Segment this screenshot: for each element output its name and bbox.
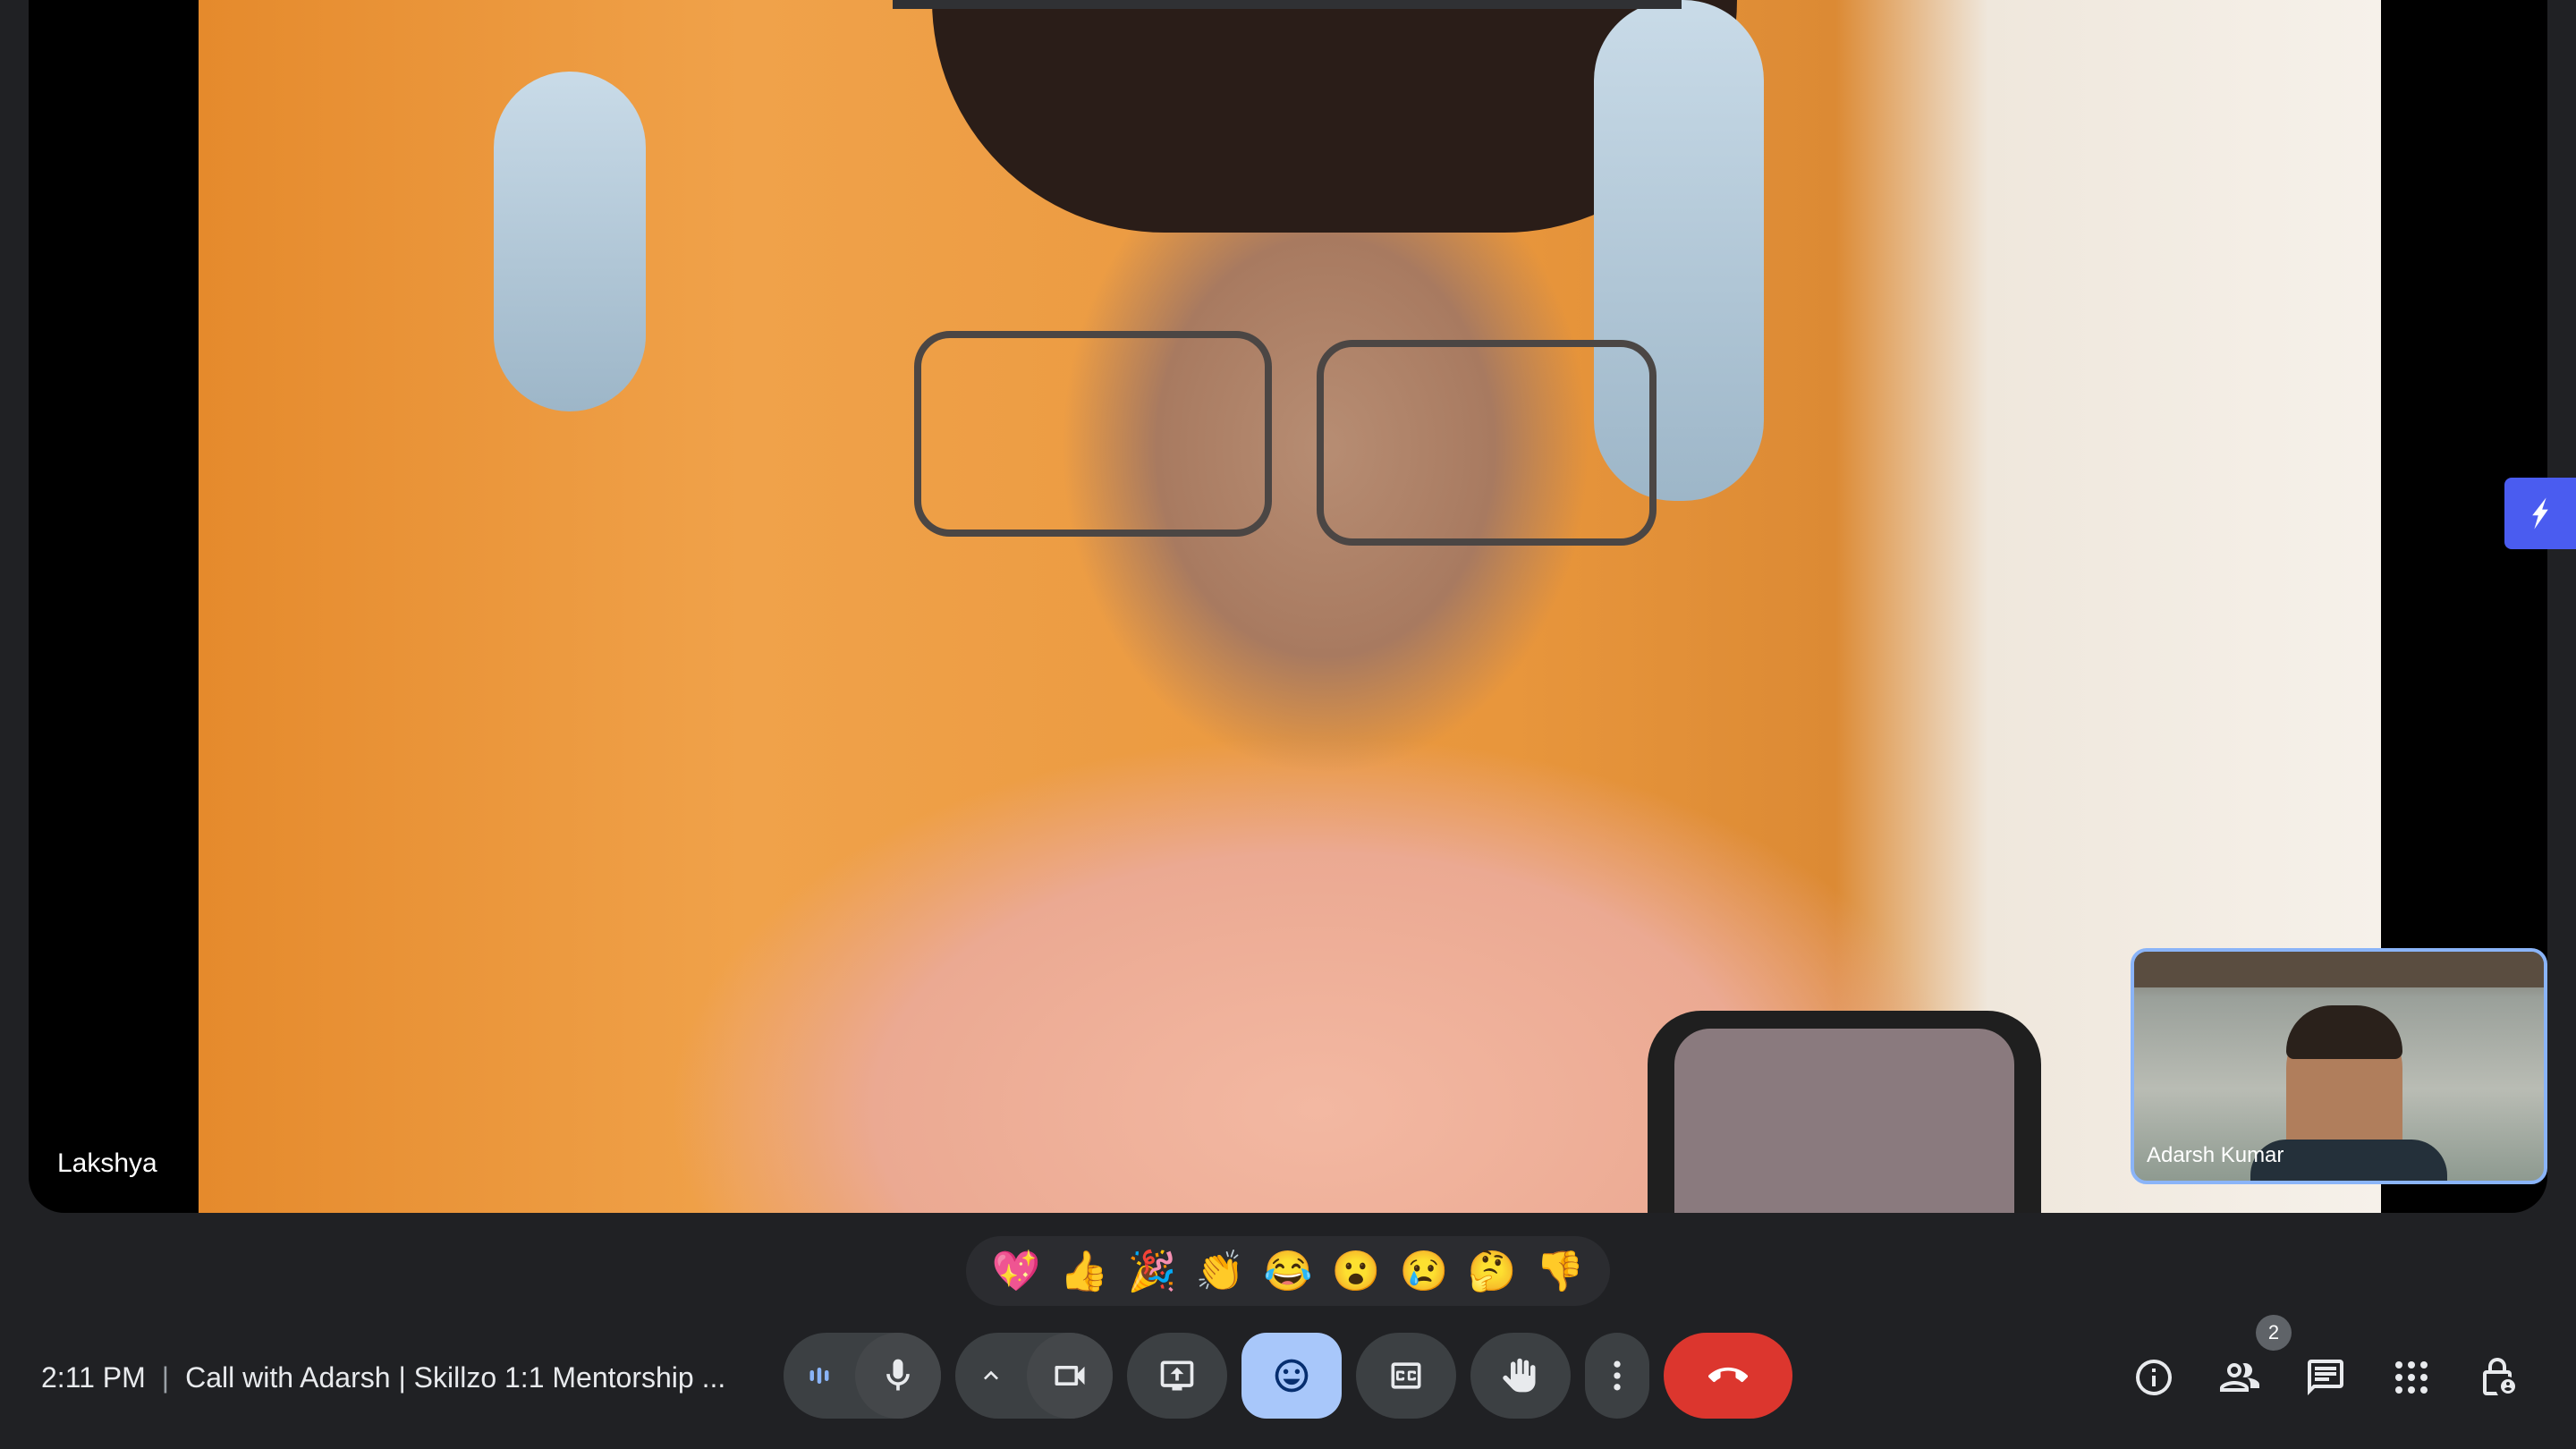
microphone-icon — [886, 1359, 910, 1391]
meeting-time: 2:11 PM — [41, 1361, 146, 1394]
end-call-icon — [1708, 1367, 1748, 1383]
more-options-icon — [1614, 1360, 1621, 1391]
self-view-name: Adarsh Kumar — [2147, 1143, 2284, 1167]
meeting-details-button[interactable] — [2129, 1352, 2179, 1402]
info-icon — [2136, 1360, 2172, 1395]
reaction-laughing[interactable]: 😂 — [1256, 1248, 1320, 1294]
video-stage: Lakshya Adarsh Kumar — [29, 0, 2547, 1213]
people-count-badge: 2 — [2256, 1315, 2292, 1351]
reaction-crying[interactable]: 😢 — [1392, 1248, 1456, 1294]
people-icon — [2220, 1363, 2259, 1392]
present-screen-icon — [1160, 1360, 1194, 1391]
audio-level-icon — [809, 1368, 829, 1384]
closed-captions-icon — [1391, 1362, 1421, 1389]
reaction-surprised[interactable]: 😮 — [1324, 1248, 1388, 1294]
reaction-thumbs-down[interactable]: 👎 — [1528, 1248, 1592, 1294]
chevron-up-icon — [984, 1370, 998, 1380]
main-participant-name: Lakshya — [57, 1148, 157, 1178]
activities-grid-icon — [2395, 1361, 2428, 1394]
side-extension-widget[interactable] — [2504, 478, 2576, 549]
mic-control-group — [784, 1333, 941, 1419]
reaction-sparkling-heart[interactable]: 💖 — [984, 1248, 1048, 1294]
reaction-party-popper[interactable]: 🎉 — [1120, 1248, 1184, 1294]
self-view-tile[interactable]: Adarsh Kumar — [2131, 948, 2547, 1184]
leave-call-button[interactable] — [1664, 1333, 1792, 1419]
host-controls-lock-icon — [2483, 1358, 2515, 1395]
audio-level-button[interactable] — [784, 1333, 855, 1419]
activities-button[interactable] — [2386, 1352, 2436, 1402]
camera-options-button[interactable] — [955, 1333, 1027, 1419]
meet-call-window: Lakshya Adarsh Kumar 💖 👍 🎉 👏 😂 😮 😢 🤔 👎 2… — [0, 0, 2576, 1449]
video-glasses-left — [914, 331, 1272, 537]
video-headphone-left — [494, 72, 646, 411]
control-bar: 2:11 PM | Call with Adarsh | Skillzo 1:1 M… — [0, 1315, 2576, 1422]
people-button[interactable] — [2215, 1352, 2265, 1402]
meeting-separator: | — [161, 1361, 170, 1394]
reaction-thumbs-up[interactable]: 👍 — [1052, 1248, 1116, 1294]
meeting-info: 2:11 PM | Call with Adarsh | Skillzo 1:1 M… — [41, 1361, 725, 1394]
extension-slash-icon — [2532, 497, 2548, 530]
reaction-clapping[interactable]: 👏 — [1188, 1248, 1252, 1294]
video-microphone-mesh — [1674, 1029, 2014, 1213]
main-participant-video[interactable] — [199, 0, 2381, 1213]
reactions-button[interactable] — [1241, 1333, 1342, 1419]
raise-hand-icon — [1503, 1358, 1536, 1393]
self-view-ceiling — [2134, 952, 2544, 987]
reactions-bar: 💖 👍 🎉 👏 😂 😮 😢 🤔 👎 — [966, 1236, 1610, 1306]
host-controls-button[interactable] — [2472, 1352, 2522, 1402]
camera-control-group — [955, 1333, 1113, 1419]
right-toolbar — [2129, 1333, 2558, 1422]
raise-hand-button[interactable] — [1470, 1333, 1571, 1419]
video-glasses-right — [1317, 340, 1657, 546]
microphone-button[interactable] — [855, 1333, 941, 1419]
self-view-hair — [2286, 1005, 2402, 1059]
video-camera-icon — [1055, 1366, 1085, 1385]
chat-button[interactable] — [2301, 1352, 2351, 1402]
more-options-button[interactable] — [1585, 1333, 1649, 1419]
present-button[interactable] — [1127, 1333, 1227, 1419]
top-banner-strip — [893, 0, 1682, 9]
camera-button[interactable] — [1027, 1333, 1113, 1419]
emoji-icon — [1275, 1359, 1309, 1393]
reaction-thinking[interactable]: 🤔 — [1460, 1248, 1524, 1294]
meeting-title: Call with Adarsh | Skillzo 1:1 Mentorshi… — [185, 1361, 726, 1394]
chat-icon — [2308, 1360, 2343, 1395]
captions-button[interactable] — [1356, 1333, 1456, 1419]
